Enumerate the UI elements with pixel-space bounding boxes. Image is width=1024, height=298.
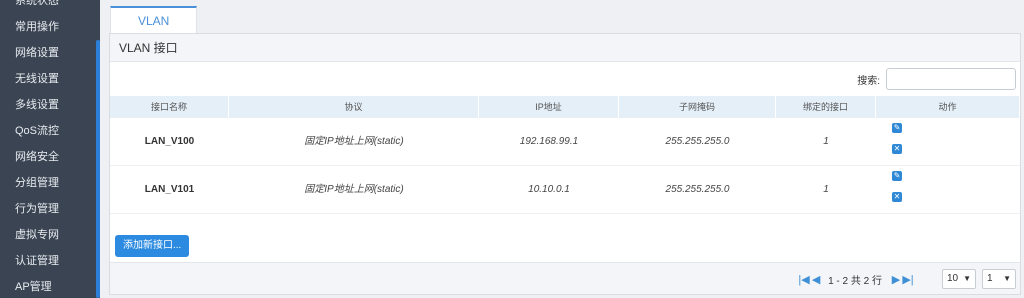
delete-icon[interactable]: ✕ bbox=[892, 144, 902, 154]
first-page-icon[interactable]: |◀ bbox=[798, 273, 810, 286]
sidebar-item-system-status[interactable]: 系统状态 bbox=[0, 0, 96, 14]
table-header: 接口名称 协议 IP地址 子网掩码 绑定的接口 动作 bbox=[110, 96, 1020, 118]
vlan-panel: VLAN 接口 搜索: 接口名称 协议 IP地址 子网掩码 绑定的接口 动作 L… bbox=[109, 33, 1021, 295]
sidebar-menu: 系统状态 常用操作 网络设置 无线设置 多线设置 QoS流控 网络安全 分组管理… bbox=[0, 0, 96, 298]
sidebar-item-multi-line[interactable]: 多线设置 bbox=[0, 92, 96, 118]
sidebar-item-qos[interactable]: QoS流控 bbox=[0, 118, 96, 144]
page-size-value: 10 bbox=[947, 273, 959, 284]
chevron-down-icon: ▼ bbox=[963, 274, 971, 283]
pagination: |◀ ◀ 1 - 2 共 2 行 ▶ ▶| 10 ▼ 1 ▼ bbox=[798, 268, 1016, 290]
search-label: 搜索: bbox=[857, 75, 880, 87]
cell-bound-interface: 1 bbox=[823, 136, 829, 147]
cell-protocol: 固定IP地址上网(static) bbox=[304, 184, 404, 195]
sidebar-item-vpn[interactable]: 虚拟专网 bbox=[0, 222, 96, 248]
sidebar-item-behavior-mgmt[interactable]: 行为管理 bbox=[0, 196, 96, 222]
cell-actions: ✎ ✕ bbox=[876, 118, 1020, 165]
next-page-icon[interactable]: ▶ bbox=[890, 273, 902, 286]
cell-protocol: 固定IP地址上网(static) bbox=[304, 136, 404, 147]
sidebar-item-ap-mgmt[interactable]: AP管理 bbox=[0, 274, 96, 298]
sidebar-item-auth-mgmt[interactable]: 认证管理 bbox=[0, 248, 96, 274]
search-input[interactable] bbox=[886, 68, 1016, 90]
cell-subnet-mask: 255.255.255.0 bbox=[665, 184, 730, 195]
vlan-table: 接口名称 协议 IP地址 子网掩码 绑定的接口 动作 LAN_V100 固定IP… bbox=[110, 96, 1020, 214]
edit-icon[interactable]: ✎ bbox=[892, 123, 902, 133]
table-row: LAN_V101 固定IP地址上网(static) 10.10.0.1 255.… bbox=[110, 166, 1020, 214]
sidebar-item-common-ops[interactable]: 常用操作 bbox=[0, 14, 96, 40]
sidebar-item-wireless-settings[interactable]: 无线设置 bbox=[0, 66, 96, 92]
main-content: VLAN VLAN 接口 搜索: 接口名称 协议 IP地址 子网掩码 绑定的接口… bbox=[100, 0, 1024, 298]
edit-icon[interactable]: ✎ bbox=[892, 171, 902, 181]
col-protocol[interactable]: 协议 bbox=[229, 96, 479, 118]
tab-vlan[interactable]: VLAN bbox=[110, 6, 198, 34]
chevron-down-icon: ▼ bbox=[1003, 274, 1011, 283]
pagination-summary: 1 - 2 共 2 行 bbox=[828, 275, 882, 287]
cell-ip-address: 10.10.0.1 bbox=[528, 184, 570, 195]
col-subnet-mask[interactable]: 子网掩码 bbox=[619, 96, 776, 118]
col-interface-name[interactable]: 接口名称 bbox=[110, 96, 229, 118]
add-interface-button[interactable]: 添加新接口... bbox=[115, 235, 190, 257]
prev-page-icon[interactable]: ◀ bbox=[810, 273, 822, 286]
col-actions: 动作 bbox=[876, 96, 1020, 118]
cell-bound-interface: 1 bbox=[823, 184, 829, 195]
col-bound-interface[interactable]: 绑定的接口 bbox=[776, 96, 876, 118]
col-ip-address[interactable]: IP地址 bbox=[479, 96, 619, 118]
cell-interface-name: LAN_V101 bbox=[144, 184, 195, 195]
page-number-value: 1 bbox=[987, 273, 993, 284]
sidebar-item-network-settings[interactable]: 网络设置 bbox=[0, 40, 96, 66]
sidebar: 系统状态 常用操作 网络设置 无线设置 多线设置 QoS流控 网络安全 分组管理… bbox=[0, 0, 96, 298]
page-size-select[interactable]: 10 ▼ bbox=[942, 269, 976, 289]
table-row: LAN_V100 固定IP地址上网(static) 192.168.99.1 2… bbox=[110, 118, 1020, 166]
sidebar-item-group-mgmt[interactable]: 分组管理 bbox=[0, 170, 96, 196]
tab-bar: VLAN bbox=[110, 6, 198, 34]
cell-interface-name: LAN_V100 bbox=[144, 136, 195, 147]
page-number-select[interactable]: 1 ▼ bbox=[982, 269, 1016, 289]
last-page-icon[interactable]: ▶| bbox=[902, 273, 914, 286]
cell-ip-address: 192.168.99.1 bbox=[519, 136, 579, 147]
table-footer: |◀ ◀ 1 - 2 共 2 行 ▶ ▶| 10 ▼ 1 ▼ bbox=[110, 262, 1020, 294]
delete-icon[interactable]: ✕ bbox=[892, 192, 902, 202]
search-row: 搜索: bbox=[857, 68, 1016, 90]
panel-title: VLAN 接口 bbox=[110, 34, 1020, 62]
cell-subnet-mask: 255.255.255.0 bbox=[665, 136, 730, 147]
cell-actions: ✎ ✕ bbox=[876, 166, 1020, 213]
sidebar-item-network-security[interactable]: 网络安全 bbox=[0, 144, 96, 170]
